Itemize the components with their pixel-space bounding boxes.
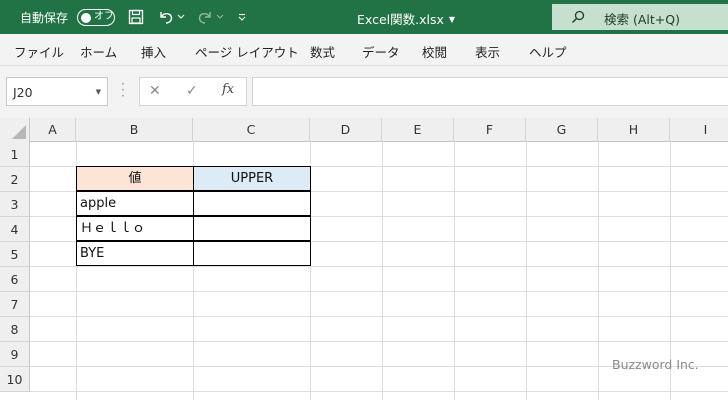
cell-c3[interactable] <box>193 191 311 216</box>
formula-bar: J20 ▼ · · · ✕ ✓ fx <box>0 66 728 118</box>
cell-b5[interactable]: BYE <box>76 241 194 266</box>
row-header-3[interactable]: 3 <box>0 192 30 217</box>
tab-help[interactable]: ヘルプ <box>529 42 567 61</box>
row-header-8[interactable]: 8 <box>0 317 30 342</box>
save-icon[interactable] <box>125 6 147 28</box>
select-all-triangle-icon <box>12 125 26 139</box>
insert-function-icon[interactable]: fx <box>222 82 234 97</box>
column-header-e[interactable]: E <box>382 118 454 142</box>
chevron-down-icon: ▼ <box>448 15 456 24</box>
column-header-i[interactable]: I <box>670 118 728 142</box>
formula-buttons: ✕ ✓ fx <box>139 77 247 106</box>
cell-b3[interactable]: apple <box>76 191 194 216</box>
formula-input[interactable] <box>252 77 728 106</box>
row-header-7[interactable]: 7 <box>0 292 30 317</box>
more-options-icon[interactable]: · · · <box>121 78 125 102</box>
gridline <box>30 316 728 317</box>
gridline <box>30 291 728 292</box>
redo-dropdown-icon[interactable] <box>214 6 226 28</box>
row-header-5[interactable]: 5 <box>0 242 30 267</box>
undo-icon[interactable] <box>155 6 177 28</box>
tab-view[interactable]: 表示 <box>475 42 500 61</box>
gridline <box>30 266 728 267</box>
toggle-label: オフ <box>94 11 114 22</box>
cell-b4[interactable]: Ｈｅｌｌｏ <box>76 216 194 241</box>
column-header-h[interactable]: H <box>598 118 670 142</box>
row-header-10[interactable]: 10 <box>0 367 30 392</box>
undo-dropdown-icon[interactable] <box>175 6 187 28</box>
redo-icon[interactable] <box>194 6 216 28</box>
column-header-b[interactable]: B <box>76 118 193 142</box>
enter-icon[interactable]: ✓ <box>186 83 198 99</box>
column-header-c[interactable]: C <box>193 118 310 142</box>
row-header-6[interactable]: 6 <box>0 267 30 292</box>
cell-c4[interactable] <box>193 216 311 241</box>
search-icon <box>572 10 585 23</box>
search-box[interactable]: 検索 (Alt+Q) <box>552 4 728 30</box>
tab-formulas[interactable]: 数式 <box>310 42 335 61</box>
tab-home[interactable]: ホーム <box>80 42 117 61</box>
tab-review[interactable]: 校閲 <box>422 42 447 61</box>
document-title-text: Excel関数.xlsx <box>357 12 444 27</box>
tab-page-layout[interactable]: ページ レイアウト <box>195 42 299 61</box>
gridline <box>30 341 728 342</box>
cell-c2-header-upper[interactable]: UPPER <box>193 166 311 191</box>
document-title[interactable]: Excel関数.xlsx ▼ <box>357 9 455 28</box>
name-box-value: J20 <box>13 85 33 100</box>
ribbon-tabs: ファイル ホーム 挿入 ページ レイアウト 数式 データ 校閲 表示 ヘルプ <box>0 34 728 66</box>
chevron-down-icon[interactable]: ▼ <box>96 88 101 96</box>
row-header-4[interactable]: 4 <box>0 217 30 242</box>
cancel-icon[interactable]: ✕ <box>149 83 161 99</box>
cell-b2-header-value[interactable]: 値 <box>76 166 194 191</box>
select-all-button[interactable] <box>0 118 30 142</box>
column-header-a[interactable]: A <box>30 118 76 142</box>
name-box[interactable]: J20 ▼ <box>6 77 108 106</box>
search-text: 検索 (Alt+Q) <box>604 12 680 27</box>
toggle-knob <box>81 12 91 23</box>
watermark: Buzzword Inc. <box>612 357 699 372</box>
row-header-1[interactable]: 1 <box>0 142 30 167</box>
column-header-d[interactable]: D <box>310 118 382 142</box>
autosave-label: 自動保存 <box>20 11 69 25</box>
autosave-toggle[interactable]: オフ <box>77 9 115 26</box>
gridline <box>454 142 455 400</box>
tab-insert[interactable]: 挿入 <box>141 42 166 61</box>
tab-file[interactable]: ファイル <box>14 42 64 61</box>
column-header-g[interactable]: G <box>526 118 598 142</box>
tab-data[interactable]: データ <box>362 42 400 61</box>
gridline <box>598 142 599 400</box>
row-header-9[interactable]: 9 <box>0 342 30 367</box>
gridline <box>382 142 383 400</box>
gridline <box>526 142 527 400</box>
row-header-2[interactable]: 2 <box>0 167 30 192</box>
column-header-row: A B C D E F G H I <box>0 118 728 142</box>
title-bar: 自動保存 オフ Excel関数.xlsx ▼ 検索 (Alt+Q) <box>0 0 728 34</box>
cell-c5[interactable] <box>193 241 311 266</box>
customize-toolbar-icon[interactable] <box>233 6 251 28</box>
column-header-f[interactable]: F <box>454 118 526 142</box>
gridline <box>30 391 728 392</box>
